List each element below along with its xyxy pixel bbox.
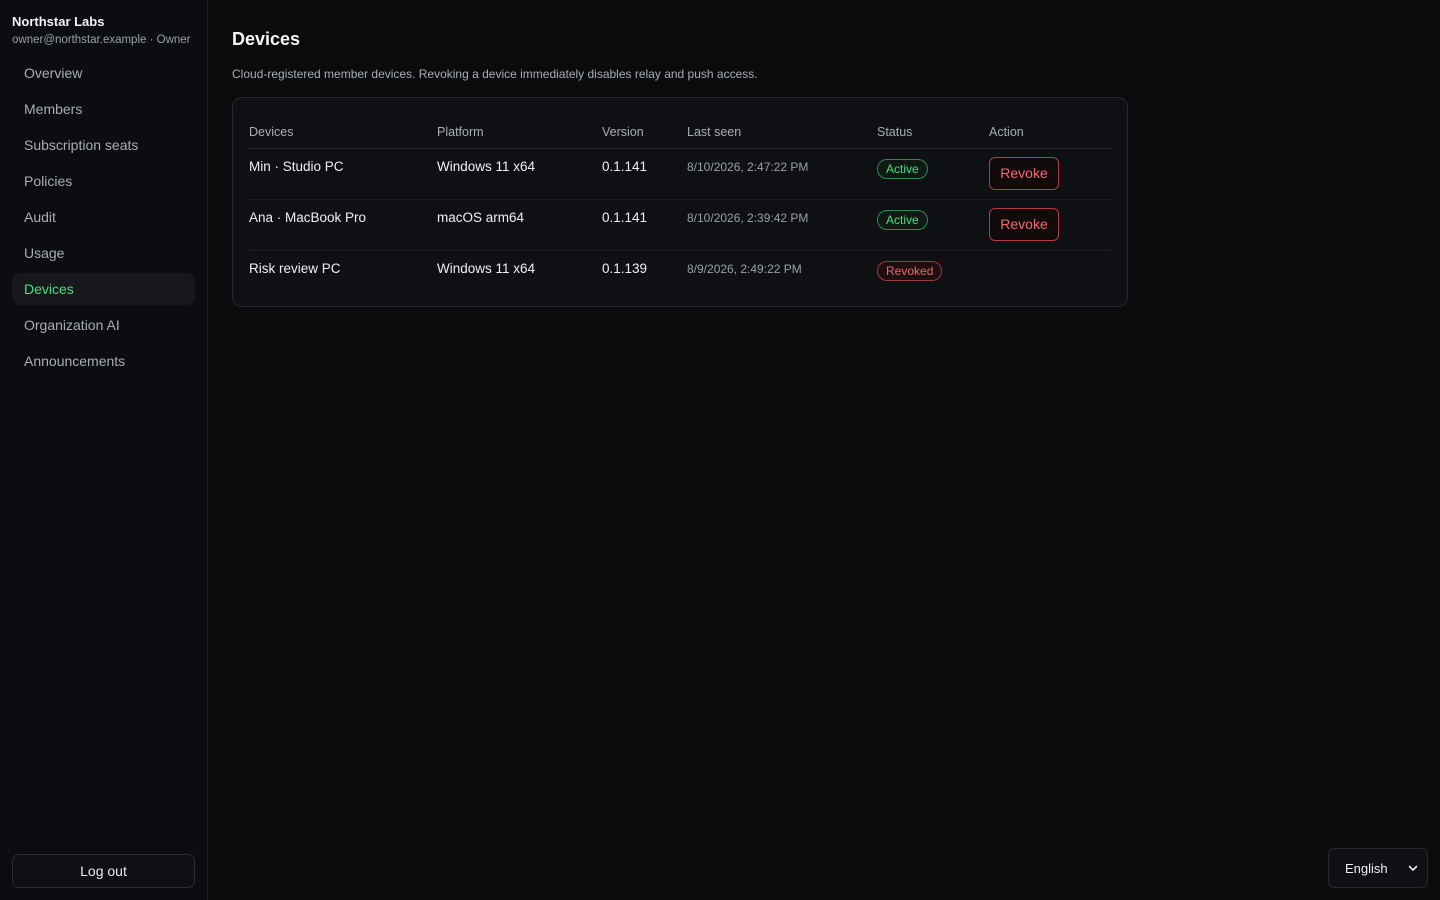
sidebar-item-subscription-seats[interactable]: Subscription seats bbox=[12, 129, 195, 161]
org-account: owner@northstar.example · Owner bbox=[12, 34, 191, 46]
sidebar-nav: Overview Members Subscription seats Poli… bbox=[12, 57, 195, 377]
sidebar-item-members[interactable]: Members bbox=[12, 93, 195, 125]
table-header-row: Devices Platform Version Last seen Statu… bbox=[249, 114, 1111, 149]
org-header: Northstar Labs owner@northstar.example ·… bbox=[12, 0, 195, 47]
device-action-cell bbox=[989, 250, 1111, 300]
page-title: Devices bbox=[232, 29, 301, 49]
device-last-seen: 8/9/2026, 2:49:22 PM bbox=[687, 261, 802, 276]
column-header-version: Version bbox=[602, 114, 687, 149]
sidebar: Northstar Labs owner@northstar.example ·… bbox=[0, 0, 208, 900]
column-header-action: Action bbox=[989, 114, 1111, 149]
sidebar-item-usage[interactable]: Usage bbox=[12, 237, 195, 269]
table-row: Min · Studio PC Windows 11 x64 0.1.141 8… bbox=[249, 148, 1111, 200]
main-content: Devices Cloud-registered member devices.… bbox=[208, 0, 1440, 900]
page-description: Cloud-registered member devices. Revokin… bbox=[232, 67, 758, 81]
sidebar-item-devices[interactable]: Devices bbox=[12, 273, 195, 305]
table-row: Ana · MacBook Pro macOS arm64 0.1.141 8/… bbox=[249, 199, 1111, 251]
device-version: 0.1.141 bbox=[602, 148, 687, 200]
device-name: Ana · MacBook Pro bbox=[249, 199, 437, 251]
sidebar-item-policies[interactable]: Policies bbox=[12, 165, 195, 197]
devices-card: Devices Platform Version Last seen Statu… bbox=[232, 97, 1128, 307]
device-platform: Windows 11 x64 bbox=[437, 148, 602, 200]
device-version: 0.1.141 bbox=[602, 199, 687, 251]
column-header-devices: Devices bbox=[249, 114, 437, 149]
column-header-status: Status bbox=[877, 114, 989, 149]
language-select-value: English bbox=[1345, 860, 1388, 876]
column-header-last-seen: Last seen bbox=[687, 114, 877, 149]
sidebar-item-overview[interactable]: Overview bbox=[12, 57, 195, 89]
column-header-platform: Platform bbox=[437, 114, 602, 149]
device-status-cell: Revoked bbox=[877, 250, 989, 300]
status-badge: Revoked bbox=[877, 260, 943, 281]
language-select[interactable]: English bbox=[1328, 848, 1428, 888]
org-name: Northstar Labs bbox=[12, 14, 105, 29]
device-action-cell: Revoke bbox=[989, 199, 1111, 251]
revoke-button[interactable]: Revoke bbox=[989, 207, 1059, 241]
device-last-seen: 8/10/2026, 2:39:42 PM bbox=[687, 199, 877, 251]
device-version: 0.1.139 bbox=[602, 260, 648, 276]
devices-table: Devices Platform Version Last seen Statu… bbox=[249, 114, 1111, 300]
logout-button[interactable]: Log out bbox=[12, 854, 195, 888]
status-badge: Active bbox=[877, 158, 928, 179]
device-platform: macOS arm64 bbox=[437, 199, 602, 251]
app-root: Northstar Labs owner@northstar.example ·… bbox=[0, 0, 1440, 900]
device-last-seen: 8/10/2026, 2:47:22 PM bbox=[687, 148, 877, 200]
table-row: Risk review PC Windows 11 x64 0.1.139 8/… bbox=[249, 250, 1111, 300]
sidebar-item-audit[interactable]: Audit bbox=[12, 201, 195, 233]
sidebar-item-organization-ai[interactable]: Organization AI bbox=[12, 309, 195, 341]
device-name: Min · Studio PC bbox=[249, 148, 437, 200]
device-status-cell: Active bbox=[877, 148, 989, 200]
device-name: Risk review PC bbox=[249, 260, 341, 276]
device-action-cell: Revoke bbox=[989, 148, 1111, 200]
device-status-cell: Active bbox=[877, 199, 989, 251]
sidebar-item-announcements[interactable]: Announcements bbox=[12, 345, 195, 377]
status-badge: Active bbox=[877, 209, 928, 230]
device-platform: Windows 11 x64 bbox=[437, 260, 536, 276]
revoke-button[interactable]: Revoke bbox=[989, 156, 1059, 190]
chevron-down-icon bbox=[1407, 862, 1419, 874]
